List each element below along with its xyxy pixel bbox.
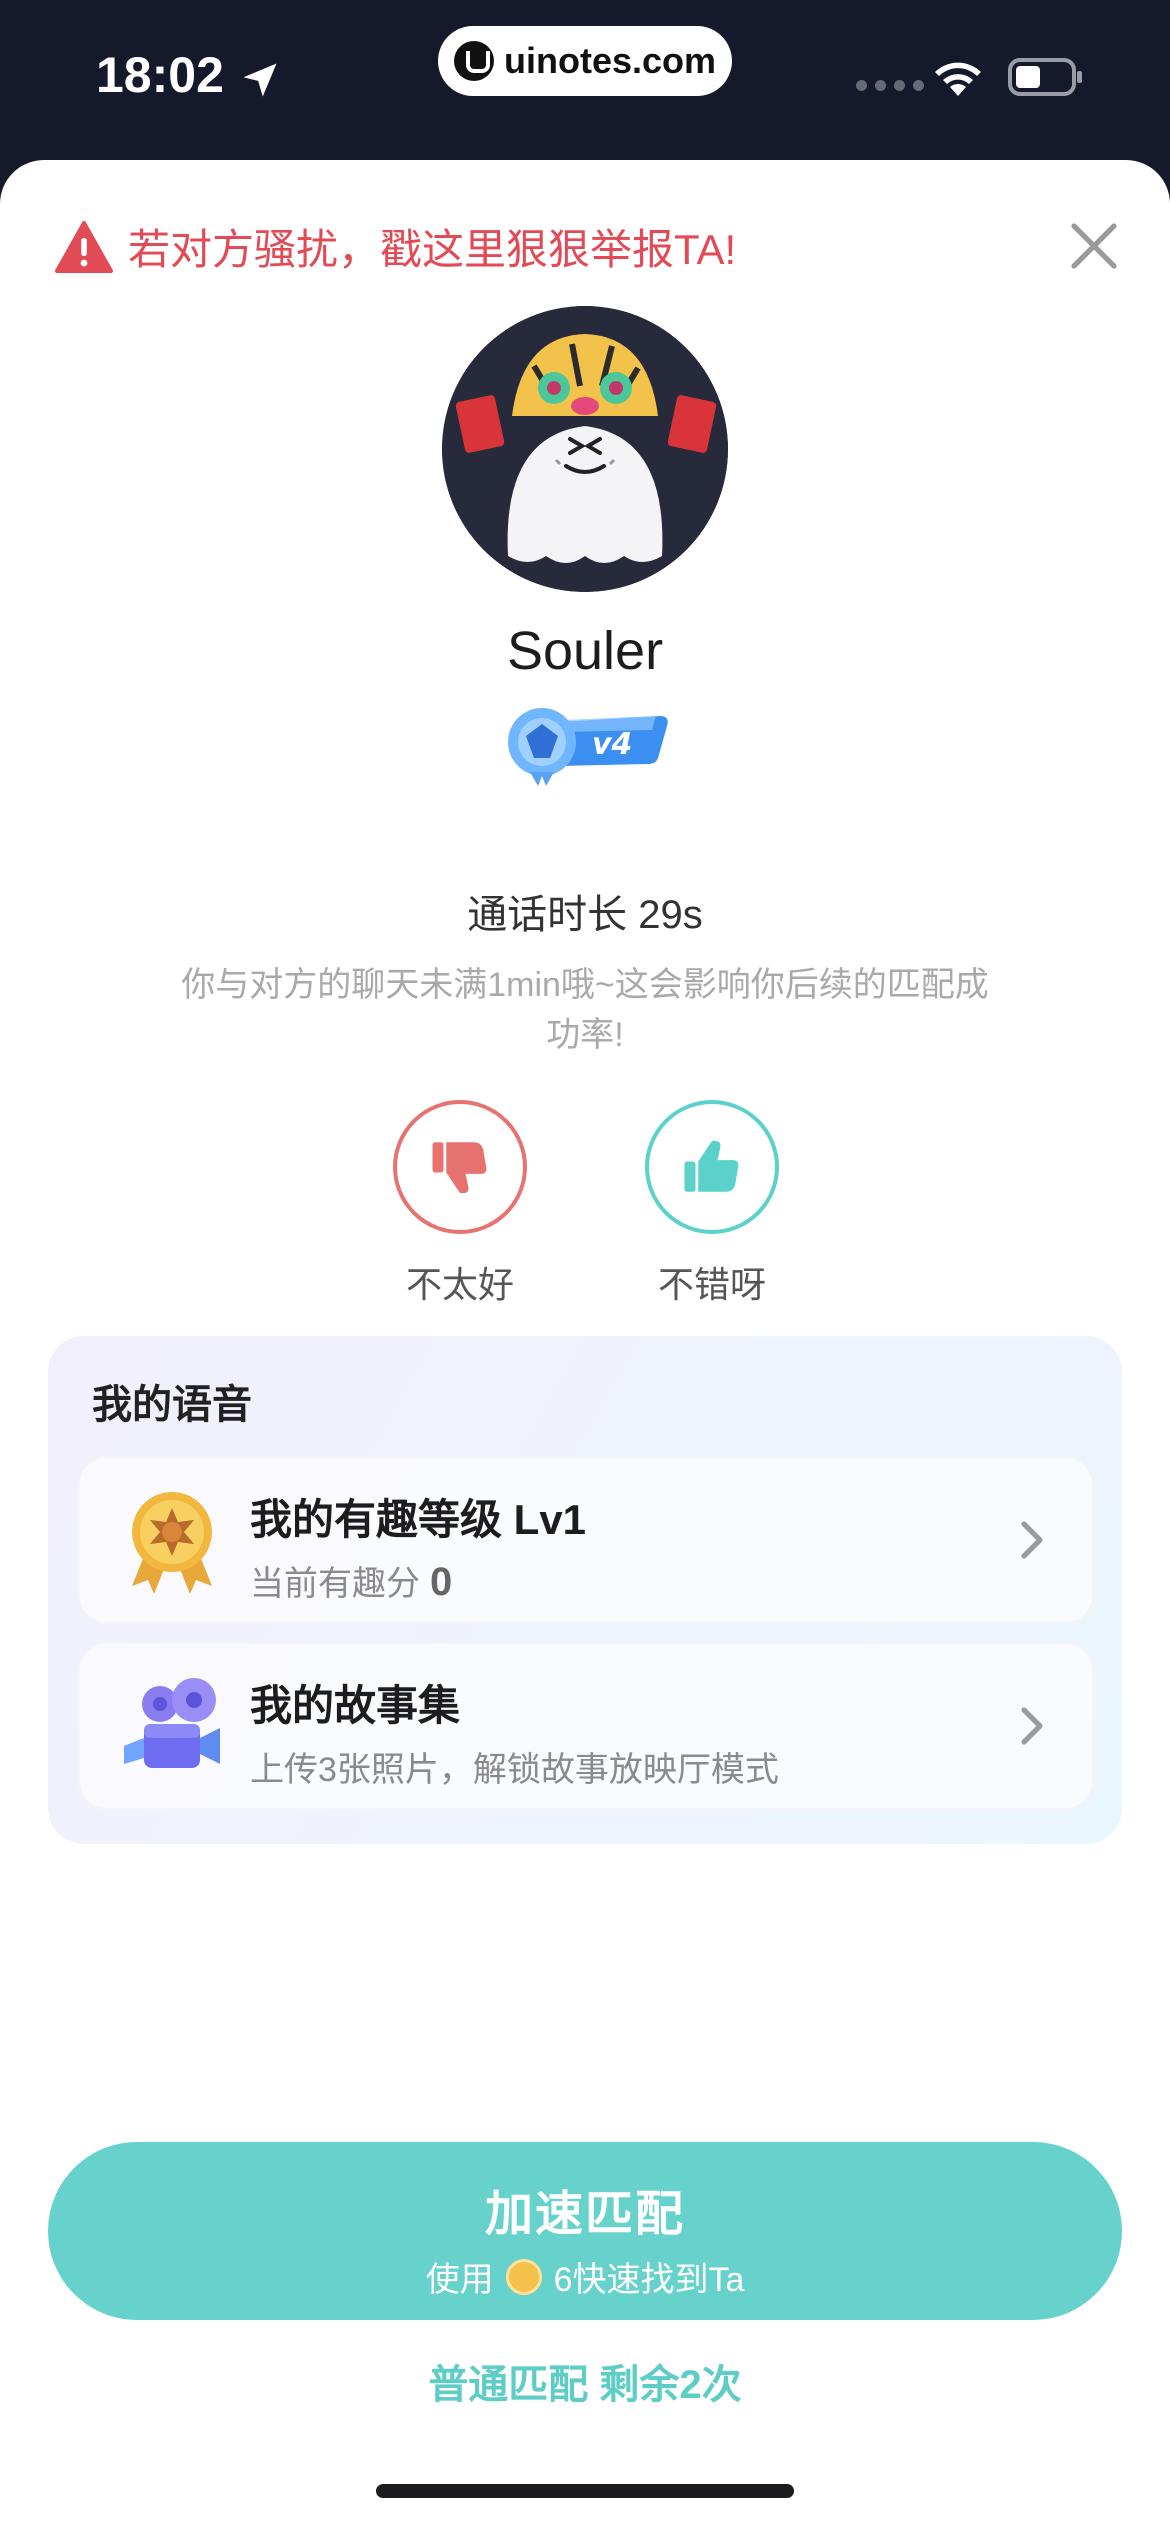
ghost-tiger-avatar-icon	[442, 306, 728, 592]
url-text: uinotes.com	[503, 40, 717, 81]
status-time: 18:02	[96, 47, 224, 103]
speed-match-suffix: 6快速找到Ta	[553, 2261, 745, 2299]
like-button[interactable]: 不错呀	[642, 1100, 782, 1308]
url-pill[interactable]: uinotes.com	[438, 26, 732, 96]
fun-score-value: 0	[430, 1560, 453, 1604]
location-arrow-icon	[243, 63, 277, 97]
thumbs-down-icon	[432, 1142, 487, 1194]
username: Souler	[506, 621, 664, 681]
fun-level-title: 我的有趣等级 Lv1	[250, 1496, 587, 1543]
cellular-signal-icon	[856, 80, 924, 91]
level-badge-text: v4	[592, 727, 632, 762]
report-banner[interactable]: 若对方骚扰，戳这里狠狠举报TA!	[54, 216, 736, 277]
fun-level-item[interactable]: 我的有趣等级 Lv1 当前有趣分 0	[78, 1456, 1094, 1624]
story-collection-item[interactable]: 我的故事集 上传3张照片，解锁故事放映厅模式	[78, 1642, 1094, 1810]
dislike-label: 不太好	[405, 1264, 514, 1305]
wifi-icon	[935, 62, 981, 96]
call-result-sheet: 若对方骚扰，戳这里狠狠举报TA! Souler v4 通话时长 29s 你与对方…	[0, 160, 1170, 2532]
like-label: 不错呀	[657, 1264, 766, 1305]
speed-match-sub: 使用 6快速找到Ta	[48, 2252, 1122, 2301]
like-circle[interactable]	[645, 1100, 779, 1234]
medal-icon	[132, 1492, 212, 1594]
speed-match-prefix: 使用	[425, 2261, 494, 2299]
film-camera-icon	[124, 1678, 220, 1768]
chevron-right-icon	[1021, 1707, 1043, 1745]
story-collection-sub: 上传3张照片，解锁故事放映厅模式	[250, 1751, 779, 1789]
normal-match-button[interactable]: 普通匹配 剩余2次	[0, 2352, 1170, 2410]
thumbs-up-icon	[684, 1140, 739, 1192]
level-badge[interactable]: v4	[502, 700, 672, 786]
call-hint: 你与对方的聊天未满1min哦~这会影响你后续的匹配成功率!	[181, 966, 989, 1054]
fun-score-row: 当前有趣分 0	[250, 1556, 452, 1605]
report-text: 若对方骚扰，戳这里狠狠举报TA!	[128, 226, 737, 273]
speed-match-title: 加速匹配	[484, 2188, 685, 2241]
close-icon[interactable]	[1064, 216, 1124, 276]
home-indicator[interactable]	[376, 2484, 794, 2498]
call-duration: 通话时长 29s	[467, 893, 703, 937]
warning-icon	[55, 220, 113, 273]
battery-icon	[1008, 58, 1082, 96]
my-voice-card: 我的语音 我的有趣等级 Lv1 当前有趣分 0 我的故事集 上传3张照片，解锁故…	[48, 1336, 1122, 1844]
fun-score-label: 当前有趣分	[250, 1565, 420, 1603]
status-bar: 18:02 uinotes.com	[0, 0, 1170, 160]
dislike-button[interactable]: 不太好	[390, 1100, 530, 1308]
avatar[interactable]	[442, 306, 728, 592]
coin-icon	[505, 2258, 542, 2295]
story-collection-title: 我的故事集	[250, 1682, 461, 1729]
site-logo-icon	[453, 41, 494, 81]
speed-match-button[interactable]: 加速匹配 使用 6快速找到Ta	[48, 2142, 1122, 2320]
chevron-right-icon	[1021, 1521, 1043, 1559]
voice-section-title: 我的语音	[92, 1383, 252, 1427]
dislike-circle[interactable]	[393, 1100, 527, 1234]
